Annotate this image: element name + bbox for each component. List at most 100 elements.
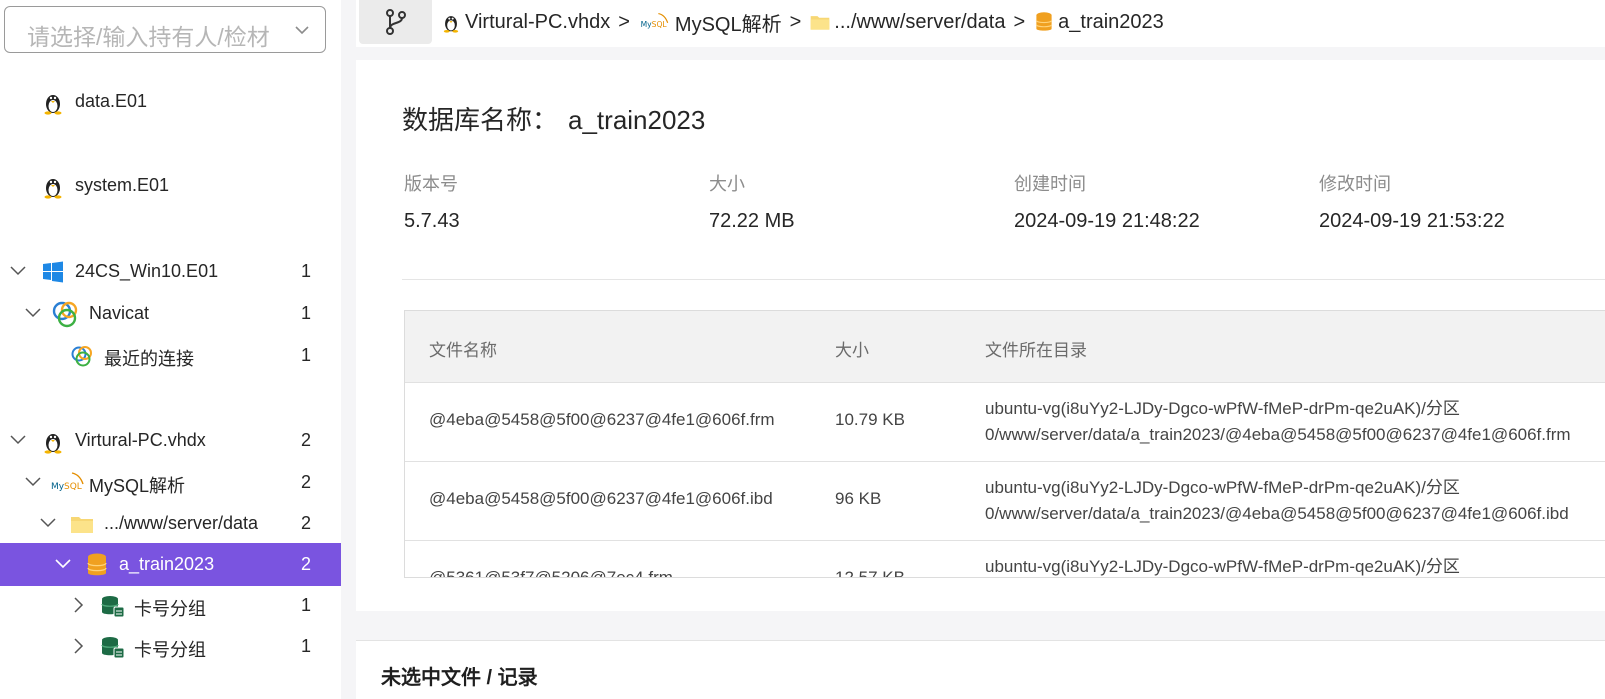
svg-text:SQL: SQL <box>64 482 82 492</box>
cell-directory: ubuntu-vg(i8uYy2-LJDy-Dgco-wPfW-fMeP-drP… <box>985 475 1569 527</box>
tree-item-24cs-win10[interactable]: 24CS_Win10.E01 1 <box>0 250 341 293</box>
linux-icon <box>44 95 62 115</box>
breadcrumb-separator: > <box>618 10 630 33</box>
cell-filename: @5361@53f7@5206@7ec4.frm <box>429 568 673 578</box>
breadcrumb: Virtural-PC.vhdx > My SQL MySQL解析 > .../… <box>440 8 1164 36</box>
folder-icon <box>71 517 93 533</box>
tree-item-label: 卡号分组 <box>134 599 206 619</box>
meta-value-created: 2024-09-19 21:48:22 <box>1014 210 1200 232</box>
cell-directory-line: 0/www/server/data/a_train2023/@4eba@5458… <box>985 504 1569 523</box>
tree-item-label: a_train2023 <box>119 554 215 574</box>
chevron-right-icon[interactable] <box>69 637 87 655</box>
breadcrumb-separator: > <box>789 10 802 33</box>
table-header: 文件名称 大小 文件所在目录 <box>405 311 1605 383</box>
tree-item-label: 卡号分组 <box>134 640 206 660</box>
tree-item-count: 1 <box>300 636 311 656</box>
tree-item-label: Navicat <box>89 303 150 323</box>
column-header-filename[interactable]: 文件名称 <box>429 336 497 361</box>
tree-item-label: data.E01 <box>75 91 148 111</box>
tree-item-data-e01[interactable]: data.E01 <box>0 80 341 123</box>
breadcrumb-label: Virtural-PC.vhdx <box>465 10 611 33</box>
linux-icon <box>443 16 459 33</box>
tree-item-navicat[interactable]: Navicat 1 <box>0 292 341 335</box>
cell-directory-line: 0/www/server/data/a_train2023/@4eba@5458… <box>985 425 1571 444</box>
svg-text:My: My <box>641 20 653 29</box>
chevron-down-icon[interactable] <box>24 304 42 322</box>
record-detail-panel: 未选中文件 / 记录 <box>356 640 1605 699</box>
app-window: 请选择/输入持有人/检材 data.E01 system.E01 24CS_Wi… <box>0 0 1605 699</box>
mysql-logo-icon: My SQL <box>51 472 84 492</box>
cell-directory-line: ubuntu-vg(i8uYy2-LJDy-Dgco-wPfW-fMeP-drP… <box>985 557 1460 576</box>
tree-item-label: system.E01 <box>75 175 170 195</box>
column-header-directory[interactable]: 文件所在目录 <box>985 336 1087 361</box>
cell-filename: @4eba@5458@5f00@6237@4fe1@606f.ibd <box>429 489 773 508</box>
folder-icon <box>810 16 830 30</box>
breadcrumb-item-mysql[interactable]: My SQL MySQL解析 <box>638 8 782 37</box>
tree-item-count: 1 <box>300 345 311 365</box>
meta-value-size: 72.22 MB <box>709 210 795 232</box>
chevron-down-icon <box>295 26 309 35</box>
page-title: 数据库名称： a_train2023 <box>402 100 705 137</box>
tree-item-count: 2 <box>300 554 311 574</box>
linux-icon <box>44 434 62 454</box>
table-row[interactable]: @4eba@5458@5f00@6237@4fe1@606f.frm 10.79… <box>405 383 1605 462</box>
breadcrumb-separator: > <box>1013 10 1026 33</box>
breadcrumb-item-vhdx[interactable]: Virtural-PC.vhdx <box>440 11 610 34</box>
owner-select[interactable]: 请选择/输入持有人/检材 <box>4 6 326 53</box>
tree-item-count: 1 <box>300 261 311 281</box>
tree-item-a-train2023[interactable]: a_train2023 2 <box>0 543 341 586</box>
tree-item-count: 1 <box>300 303 311 323</box>
cell-directory: ubuntu-vg(i8uYy2-LJDy-Dgco-wPfW-fMeP-drP… <box>985 554 1460 577</box>
tree-item-label: Virtural-PC.vhdx <box>75 430 206 450</box>
owner-select-placeholder: 请选择/输入持有人/检材 <box>27 24 270 50</box>
record-panel-title: 未选中文件 / 记录 <box>381 667 538 689</box>
chevron-down-icon[interactable] <box>9 262 27 280</box>
table-row[interactable]: @4eba@5458@5f00@6237@4fe1@606f.ibd 96 KB… <box>405 462 1605 541</box>
column-header-size[interactable]: 大小 <box>835 336 869 361</box>
chevron-down-icon[interactable] <box>54 555 72 573</box>
tree-item-data-folder[interactable]: .../www/server/data 2 <box>0 502 341 545</box>
tree-item-label: .../www/server/data <box>104 513 259 533</box>
cell-directory-line: ubuntu-vg(i8uYy2-LJDy-Dgco-wPfW-fMeP-drP… <box>985 399 1460 418</box>
tree-item-count: 2 <box>300 513 311 533</box>
svg-text:SQL: SQL <box>652 20 668 29</box>
mysql-logo-icon: My SQL <box>641 12 669 29</box>
cell-directory: ubuntu-vg(i8uYy2-LJDy-Dgco-wPfW-fMeP-drP… <box>985 396 1571 448</box>
database-icon <box>1035 12 1053 31</box>
cell-size: 10.79 KB <box>835 410 905 429</box>
database-icon <box>87 553 107 576</box>
tree-item-label: MySQL解析 <box>89 476 186 496</box>
table-row[interactable]: @5361@53f7@5206@7ec4.frm 12.57 KB ubuntu… <box>405 541 1605 578</box>
tree-item-label: 最近的连接 <box>104 349 194 369</box>
db-title-label: 数据库名称： <box>402 105 559 135</box>
linux-icon <box>44 179 62 199</box>
tree-item-count: 2 <box>300 472 311 492</box>
database-detail-panel: 数据库名称： a_train2023 版本号 5.7.43 大小 72.22 MB… <box>356 60 1605 611</box>
meta-label-size: 大小 <box>709 174 745 194</box>
tree-item-label: 24CS_Win10.E01 <box>75 261 219 281</box>
windows-icon <box>43 261 63 283</box>
chevron-down-icon[interactable] <box>39 514 57 532</box>
meta-label-version: 版本号 <box>404 174 458 194</box>
tree-item-virtural-pc[interactable]: Virtural-PC.vhdx 2 <box>0 419 341 462</box>
svg-text:My: My <box>51 482 65 492</box>
branch-button[interactable] <box>359 0 432 44</box>
meta-label-modified: 修改时间 <box>1319 174 1391 194</box>
meta-label-created: 创建时间 <box>1014 174 1086 194</box>
chevron-down-icon[interactable] <box>9 431 27 449</box>
tree-item-mysql[interactable]: My SQL MySQL解析 2 <box>0 461 341 504</box>
chevron-right-icon[interactable] <box>69 596 87 614</box>
divider <box>402 279 1605 280</box>
tree-item-count: 2 <box>300 430 311 450</box>
tree-item-count: 1 <box>300 595 311 615</box>
cell-size: 96 KB <box>835 489 882 508</box>
breadcrumb-item-data-folder[interactable]: .../www/server/data <box>809 11 1005 34</box>
meta-value-version: 5.7.43 <box>404 210 460 232</box>
breadcrumb-item-a-train2023[interactable]: a_train2023 <box>1033 11 1164 34</box>
breadcrumb-label: .../www/server/data <box>834 10 1006 33</box>
tree-item-card-group[interactable]: 卡号分组 1 <box>0 584 341 627</box>
chevron-down-icon[interactable] <box>24 473 42 491</box>
tree-item-system-e01[interactable]: system.E01 <box>0 164 341 207</box>
tree-item-card-group[interactable]: 卡号分组 1 <box>0 625 341 668</box>
tree-item-recent-connections[interactable]: 最近的连接 1 <box>0 334 341 377</box>
